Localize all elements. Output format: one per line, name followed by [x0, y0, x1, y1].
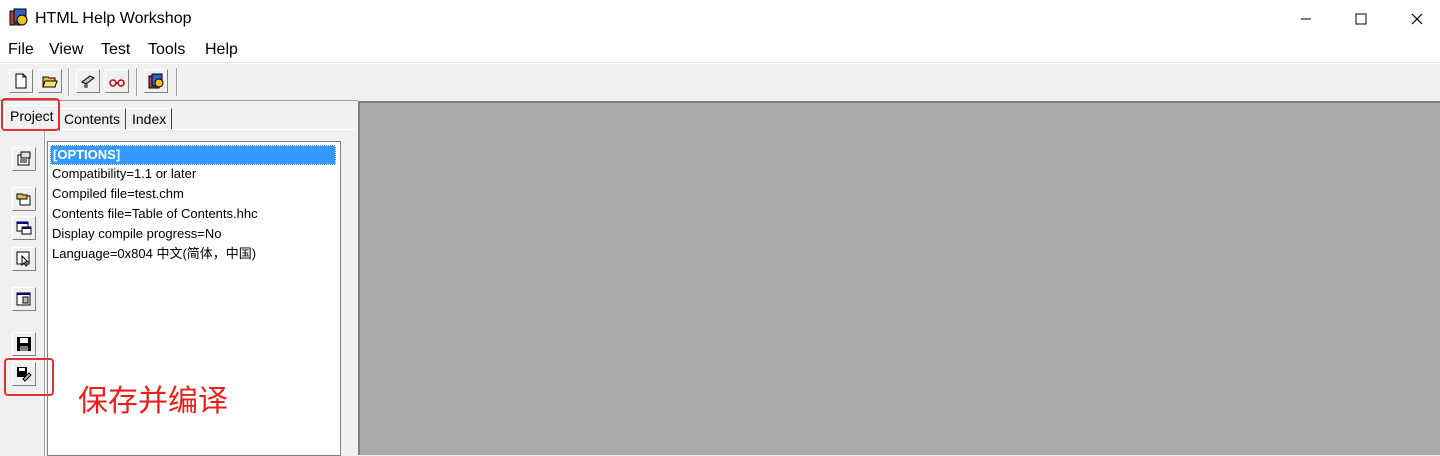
compile-icon [81, 75, 95, 88]
open-button[interactable] [38, 69, 62, 93]
maximize-button[interactable] [1338, 0, 1384, 38]
toolbar [0, 63, 1440, 101]
annotation-save-and-compile: 保存并编译 [78, 384, 228, 419]
api-information-button[interactable] [12, 247, 36, 271]
list-item[interactable]: Display compile progress=No [50, 224, 221, 244]
api-information-icon [16, 251, 30, 267]
open-folder-icon [42, 76, 58, 88]
tab-index[interactable]: Index [126, 108, 173, 130]
toolbar-separator [136, 68, 138, 96]
close-icon [1411, 13, 1423, 25]
menu-file[interactable]: File [8, 40, 34, 60]
add-remove-files-icon [16, 193, 31, 206]
html-file-button[interactable] [12, 287, 36, 311]
add-remove-files-button[interactable] [12, 187, 36, 211]
help-icon [148, 73, 164, 89]
menu-view[interactable]: View [49, 40, 83, 60]
app-icon [9, 8, 29, 28]
tab-contents[interactable]: Contents [58, 108, 127, 130]
minimize-icon [1301, 18, 1311, 20]
list-item[interactable]: Language=0x804 中文(简体，中国) [50, 244, 256, 264]
mdi-workspace [358, 101, 1440, 455]
close-button[interactable] [1394, 0, 1440, 38]
window-title: HTML Help Workshop [35, 10, 192, 27]
help-button[interactable] [144, 69, 168, 93]
list-item[interactable]: Contents file=Table of Contents.hhc [50, 204, 258, 224]
list-item[interactable]: [OPTIONS] [50, 145, 336, 165]
minimize-button[interactable] [1283, 0, 1329, 38]
panel-divider [44, 131, 46, 456]
compile-button[interactable] [76, 69, 100, 93]
window-definitions-button[interactable] [12, 216, 36, 240]
new-button[interactable] [9, 69, 33, 93]
view-compiled-icon [109, 79, 125, 87]
save-compile-highlight [4, 358, 54, 396]
title-bar: HTML Help Workshop [0, 0, 1440, 38]
menu-bar: File View Test Tools Help [0, 38, 1440, 63]
toolbar-separator [68, 68, 70, 96]
menu-test[interactable]: Test [101, 40, 130, 60]
window-definitions-icon [16, 221, 32, 235]
project-tab-highlight [1, 98, 60, 131]
change-options-icon [17, 151, 31, 166]
list-item[interactable]: Compatibility=1.1 or later [50, 164, 196, 184]
toolbar-separator [176, 68, 178, 96]
html-file-icon [16, 292, 31, 306]
change-options-button[interactable] [12, 147, 36, 171]
save-project-button[interactable] [12, 332, 36, 356]
new-file-icon [15, 73, 27, 89]
view-compiled-button[interactable] [105, 69, 129, 93]
menu-help[interactable]: Help [205, 40, 238, 60]
maximize-icon [1355, 13, 1367, 25]
list-item[interactable]: Compiled file=test.chm [50, 184, 184, 204]
save-project-icon [17, 337, 31, 351]
menu-tools[interactable]: Tools [148, 40, 185, 60]
